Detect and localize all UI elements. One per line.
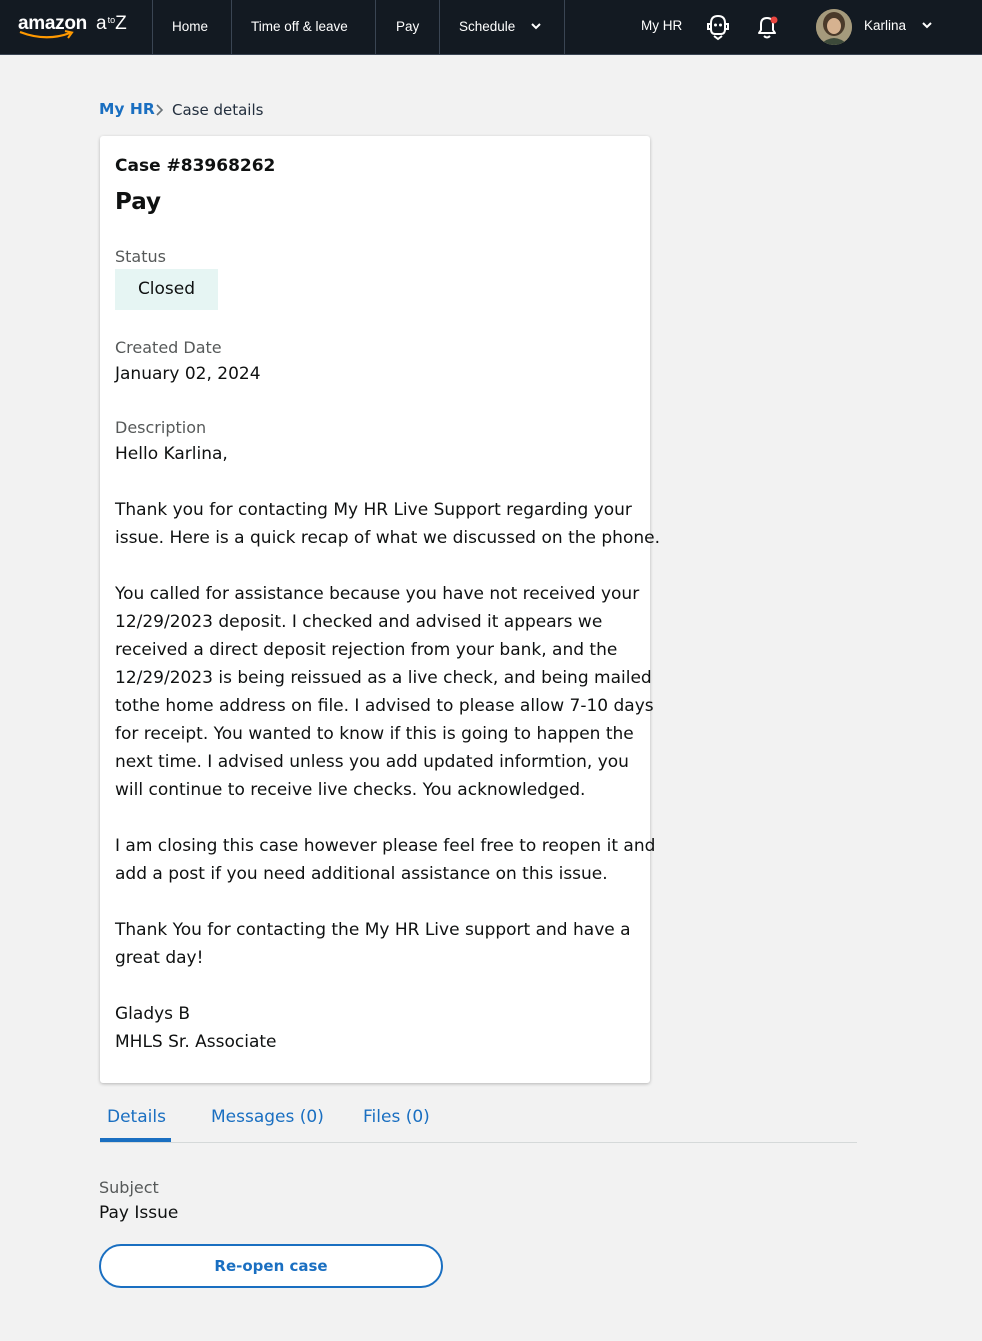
chevron-down-icon[interactable] — [920, 18, 934, 32]
created-date-label: Created Date — [115, 338, 222, 357]
logo-atoz: atoZ — [96, 13, 127, 34]
tab-messages[interactable]: Messages (0) — [211, 1107, 324, 1127]
description-line: great day! — [115, 948, 204, 968]
case-card: Case #83968262 Pay Status Closed Created… — [100, 136, 660, 1083]
status-badge: Closed — [115, 269, 218, 310]
breadcrumb-my-hr-link[interactable]: My HR — [99, 100, 155, 118]
description-line: next time. I advised unless you add upda… — [115, 752, 629, 772]
description-line: 12/29/2023 deposit. I checked and advise… — [115, 612, 603, 632]
active-tab-indicator — [100, 1138, 171, 1142]
tabs-divider — [100, 1142, 857, 1143]
nav-time-off-leave[interactable]: Time off & leave — [251, 0, 348, 54]
created-date-value: January 02, 2024 — [115, 364, 261, 384]
chevron-right-icon — [156, 104, 164, 116]
breadcrumb-current: Case details — [172, 101, 264, 119]
description-label: Description — [115, 418, 207, 437]
tab-files[interactable]: Files (0) — [363, 1107, 430, 1127]
chevron-down-icon[interactable] — [529, 19, 543, 33]
tab-details[interactable]: Details — [107, 1107, 166, 1127]
description-line: Hello Karlina, — [115, 444, 228, 464]
avatar[interactable] — [816, 9, 852, 45]
description-line: for receipt. You wanted to know if this … — [115, 724, 634, 744]
status-label: Status — [115, 247, 166, 266]
case-title: Pay — [115, 189, 162, 215]
subject-label: Subject — [99, 1178, 159, 1197]
description-line: 12/29/2023 is being reissued as a live c… — [115, 668, 652, 688]
description-line: I am closing this case however please fe… — [115, 836, 656, 856]
reopen-case-button[interactable]: Re-open case — [99, 1244, 443, 1288]
chat-bot-icon[interactable] — [703, 12, 733, 42]
nav-divider — [375, 0, 376, 54]
case-number: Case #83968262 — [115, 156, 276, 176]
bell-icon[interactable] — [752, 12, 782, 42]
smile-arrow-icon — [19, 30, 74, 39]
nav-divider — [152, 0, 153, 54]
subject-value: Pay Issue — [99, 1203, 179, 1223]
notification-dot — [770, 16, 778, 24]
nav-divider — [564, 0, 565, 54]
description-line: Thank You for contacting the My HR Live … — [115, 920, 631, 940]
nav-schedule[interactable]: Schedule — [459, 0, 515, 54]
top-nav-bar: amazon atoZ Home Time off & leave Pay Sc… — [0, 0, 982, 55]
nav-home[interactable]: Home — [172, 0, 208, 54]
description-line: will continue to receive live checks. Yo… — [115, 780, 586, 800]
nav-divider — [231, 0, 232, 54]
description-line: Thank you for contacting My HR Live Supp… — [115, 500, 632, 520]
description-line: add a post if you need additional assist… — [115, 864, 608, 884]
description-line: issue. Here is a quick recap of what we … — [115, 528, 660, 548]
nav-pay[interactable]: Pay — [396, 0, 419, 54]
description-line: Gladys B — [115, 1004, 191, 1024]
description-line: tothe home address on file. I advised to… — [115, 696, 654, 716]
user-photo — [816, 9, 852, 45]
description-line: You called for assistance because you ha… — [115, 584, 640, 604]
nav-divider — [439, 0, 440, 54]
description-line: received a direct deposit rejection from… — [115, 640, 618, 660]
description-line: MHLS Sr. Associate — [115, 1032, 277, 1052]
my-hr-link[interactable]: My HR — [641, 0, 682, 54]
user-name[interactable]: Karlina — [864, 0, 906, 54]
amazon-atoz-logo[interactable]: amazon atoZ — [18, 13, 134, 41]
